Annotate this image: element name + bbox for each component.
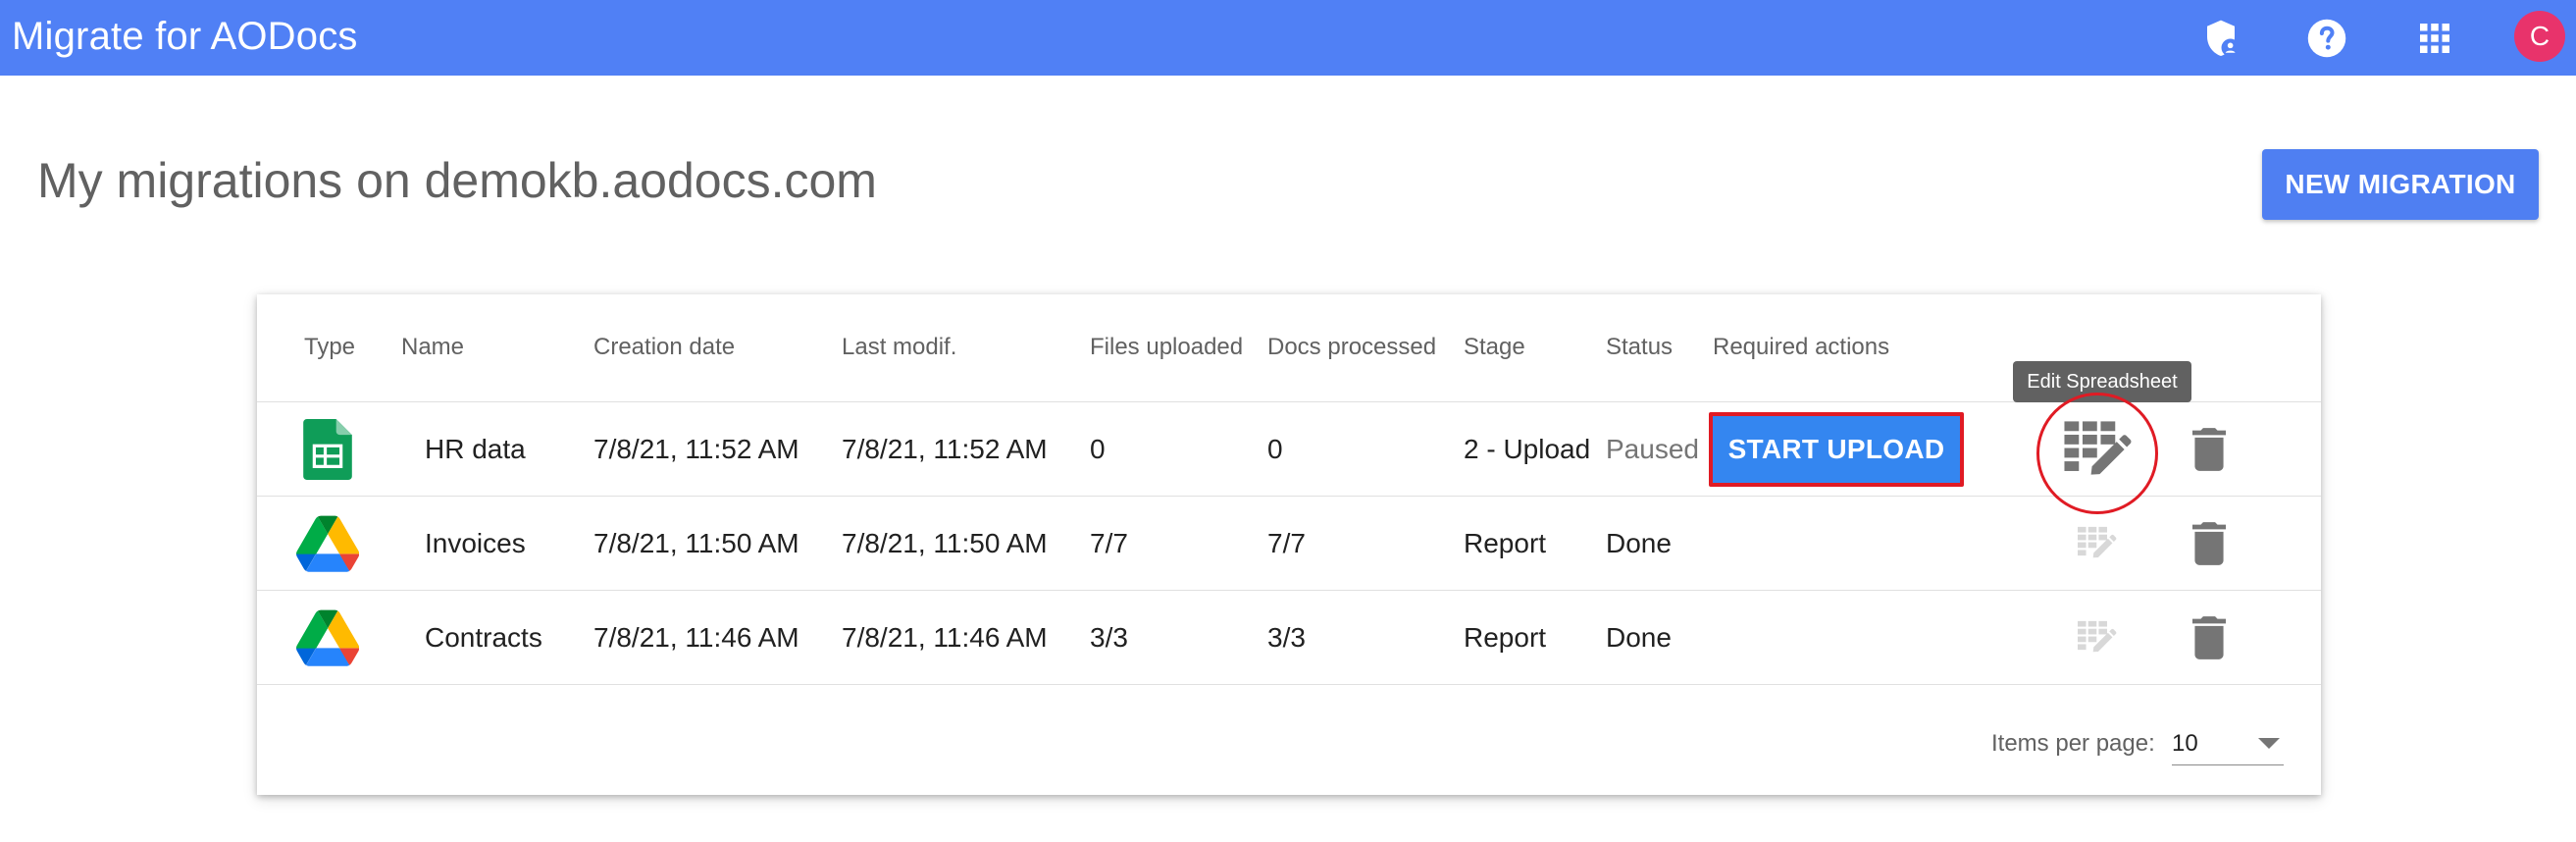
table-row[interactable]: Invoices 7/8/21, 11:50 AM 7/8/21, 11:50 …	[257, 497, 2321, 591]
row-status: Done	[1606, 528, 1672, 558]
paginator: Items per page: 10	[257, 687, 2321, 795]
top-app-bar: Migrate for AODocs C	[0, 0, 2576, 76]
row-docs-processed: 0	[1267, 434, 1283, 464]
migrations-table: Type Name Creation date Last modif. File…	[257, 294, 2321, 795]
row-creation-date: 7/8/21, 11:50 AM	[593, 528, 799, 558]
google-drive-icon	[296, 608, 359, 667]
edit-spreadsheet-icon	[2076, 618, 2119, 658]
delete-icon[interactable]	[2190, 426, 2229, 473]
column-header-docs-processed: Docs processed	[1267, 334, 1437, 360]
row-stage: Report	[1464, 622, 1547, 653]
edit-spreadsheet-icon	[2076, 524, 2119, 563]
chevron-down-icon	[2258, 738, 2280, 749]
column-header-status: Status	[1606, 334, 1674, 360]
column-header-stage: Stage	[1464, 334, 1525, 360]
column-header-files-uploaded: Files uploaded	[1090, 334, 1244, 360]
google-sheets-icon	[296, 419, 359, 480]
row-files-uploaded: 7/7	[1090, 528, 1128, 558]
items-per-page-value: 10	[2172, 730, 2198, 757]
user-avatar[interactable]: C	[2514, 11, 2565, 62]
google-drive-icon	[296, 514, 359, 573]
items-per-page-label: Items per page:	[1991, 730, 2155, 757]
row-last-modif: 7/8/21, 11:46 AM	[842, 622, 1048, 653]
row-creation-date: 7/8/21, 11:46 AM	[593, 622, 799, 653]
row-last-modif: 7/8/21, 11:52 AM	[842, 434, 1048, 464]
delete-icon[interactable]	[2190, 614, 2229, 661]
items-per-page-select[interactable]: 10	[2172, 722, 2284, 765]
column-header-required-actions: Required actions	[1713, 334, 1890, 360]
start-upload-button[interactable]: START UPLOAD	[1709, 412, 1964, 487]
row-last-modif: 7/8/21, 11:50 AM	[842, 528, 1048, 558]
row-files-uploaded: 3/3	[1090, 622, 1128, 653]
column-header-name: Name	[401, 334, 465, 360]
delete-icon[interactable]	[2190, 520, 2229, 567]
row-creation-date: 7/8/21, 11:52 AM	[593, 434, 799, 464]
row-name: Invoices	[425, 528, 526, 558]
row-files-uploaded: 0	[1090, 434, 1106, 464]
edit-spreadsheet-icon[interactable]	[2062, 416, 2135, 485]
column-header-type: Type	[304, 334, 356, 360]
app-title: Migrate for AODocs	[12, 15, 358, 58]
apps-grid-icon[interactable]	[2413, 17, 2456, 60]
new-migration-button[interactable]: NEW MIGRATION	[2262, 149, 2539, 220]
column-header-creation-date: Creation date	[593, 334, 736, 360]
row-name: Contracts	[425, 622, 542, 653]
column-header-last-modif: Last modif.	[842, 334, 957, 360]
edit-spreadsheet-tooltip: Edit Spreadsheet	[2013, 361, 2191, 402]
row-docs-processed: 7/7	[1267, 528, 1306, 558]
table-row[interactable]: Contracts 7/8/21, 11:46 AM 7/8/21, 11:46…	[257, 591, 2321, 685]
row-docs-processed: 3/3	[1267, 622, 1306, 653]
row-name: HR data	[425, 434, 526, 464]
table-row[interactable]: HR data 7/8/21, 11:52 AM 7/8/21, 11:52 A…	[257, 402, 2321, 497]
help-icon[interactable]	[2305, 17, 2348, 60]
admin-shield-icon[interactable]	[2199, 17, 2242, 60]
page-title: My migrations on demokb.aodocs.com	[37, 153, 877, 208]
row-status: Paused	[1606, 434, 1699, 464]
table-header: Type Name Creation date Last modif. File…	[257, 294, 2321, 402]
row-stage: 2 - Upload	[1464, 434, 1591, 464]
row-status: Done	[1606, 622, 1672, 653]
row-stage: Report	[1464, 528, 1547, 558]
